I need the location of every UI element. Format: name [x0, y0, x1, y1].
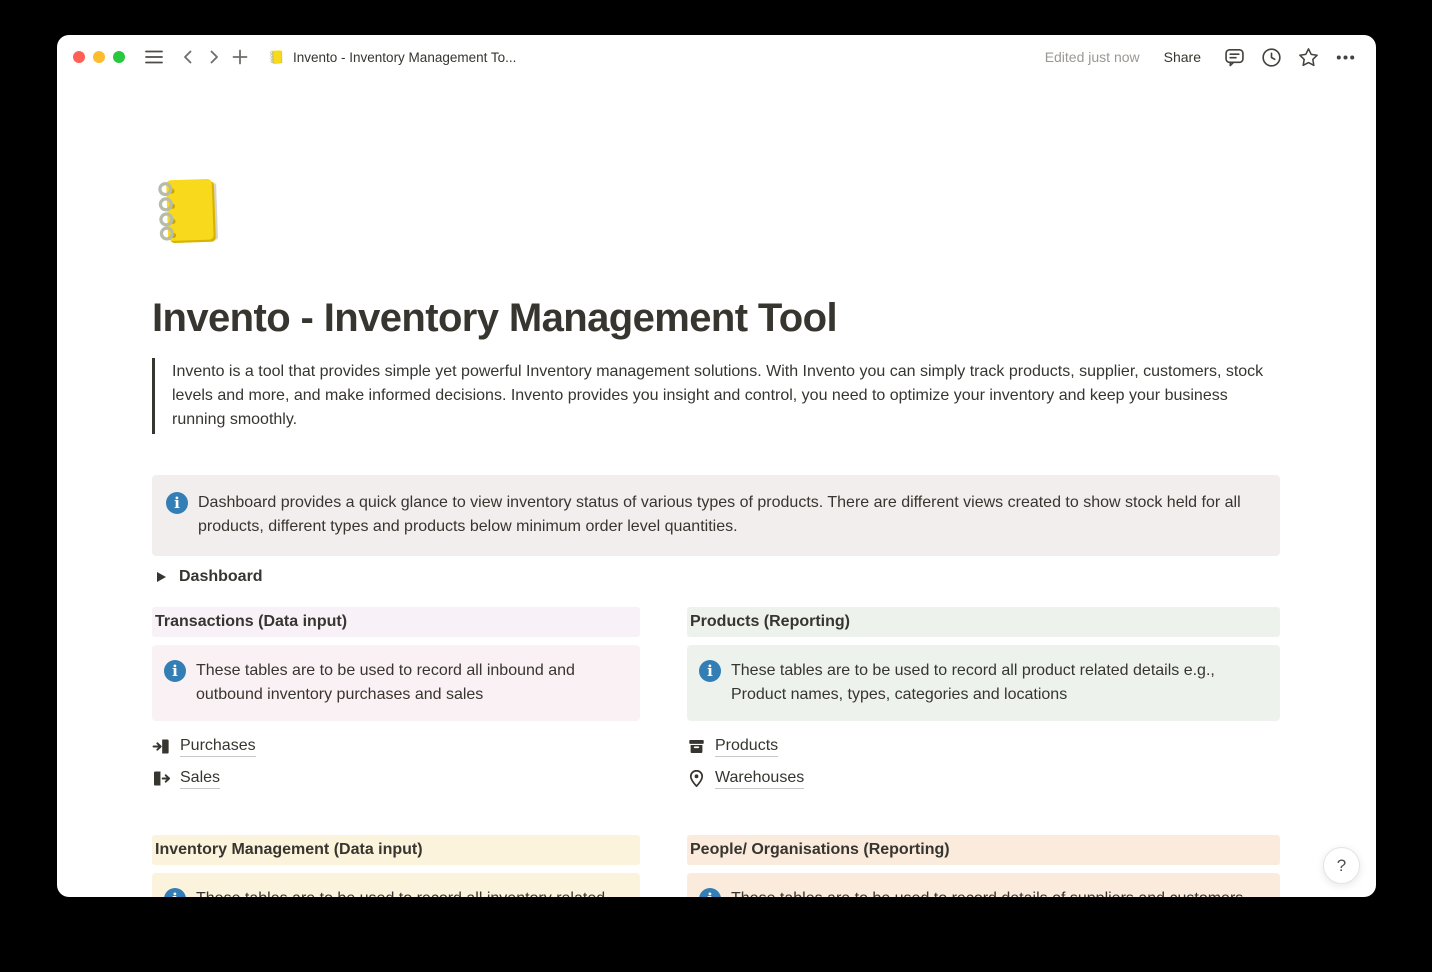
transactions-links: Purchases Sales	[152, 735, 640, 789]
page-tab[interactable]: Invento - Inventory Management To...	[269, 49, 516, 65]
favorite-star-icon[interactable]	[1295, 44, 1321, 70]
logout-icon	[152, 769, 171, 788]
transactions-callout[interactable]: i These tables are to be used to record …	[152, 645, 640, 721]
traffic-lights	[73, 51, 125, 63]
back-icon[interactable]	[175, 44, 201, 70]
desktop-background: Invento - Inventory Management To... Edi…	[0, 0, 1432, 972]
heading-inventory-management[interactable]: Inventory Management (Data input)	[152, 835, 640, 865]
archive-icon	[687, 737, 706, 756]
more-options-icon[interactable]	[1332, 44, 1358, 70]
section-columns: Transactions (Data input) i These tables…	[152, 607, 1280, 897]
minimize-window-button[interactable]	[93, 51, 105, 63]
people-callout[interactable]: i These tables are to be used to record …	[687, 873, 1280, 897]
sidebar-menu-icon[interactable]	[141, 44, 167, 70]
section-products: Products (Reporting) i These tables are …	[687, 607, 1280, 799]
link-purchases-label[interactable]: Purchases	[180, 736, 256, 757]
close-window-button[interactable]	[73, 51, 85, 63]
page-content: Invento - Inventory Management Tool Inve…	[152, 79, 1280, 897]
share-button[interactable]: Share	[1164, 49, 1201, 65]
quote-block[interactable]: Invento is a tool that provides simple y…	[152, 358, 1280, 434]
products-callout-text: These tables are to be used to record al…	[731, 659, 1264, 707]
info-icon: i	[699, 888, 721, 897]
section-transactions: Transactions (Data input) i These tables…	[152, 607, 640, 799]
login-icon	[152, 737, 171, 756]
products-callout[interactable]: i These tables are to be used to record …	[687, 645, 1280, 721]
dashboard-callout[interactable]: i Dashboard provides a quick glance to v…	[152, 475, 1280, 556]
heading-products[interactable]: Products (Reporting)	[687, 607, 1280, 637]
pin-icon	[687, 769, 706, 788]
notebook-emoji-page-icon[interactable]	[152, 172, 230, 250]
heading-transactions[interactable]: Transactions (Data input)	[152, 607, 640, 637]
products-links: Products Warehouses	[687, 735, 1280, 789]
help-button[interactable]: ?	[1323, 847, 1360, 884]
edited-status: Edited just now	[1045, 49, 1140, 65]
comments-icon[interactable]	[1221, 44, 1247, 70]
dashboard-callout-text: Dashboard provides a quick glance to vie…	[198, 491, 1264, 539]
link-warehouses[interactable]: Warehouses	[687, 767, 1280, 789]
people-callout-text: These tables are to be used to record de…	[731, 887, 1243, 897]
link-warehouses-label[interactable]: Warehouses	[715, 768, 804, 789]
history-clock-icon[interactable]	[1258, 44, 1284, 70]
toggle-triangle-icon[interactable]	[157, 572, 166, 582]
link-sales-label[interactable]: Sales	[180, 768, 220, 789]
page-title[interactable]: Invento - Inventory Management Tool	[152, 292, 1280, 344]
inventory-callout-text: These tables are to be used to record al…	[196, 887, 624, 897]
zoom-window-button[interactable]	[113, 51, 125, 63]
info-icon: i	[699, 660, 721, 682]
notion-window: Invento - Inventory Management To... Edi…	[57, 35, 1376, 897]
link-products[interactable]: Products	[687, 735, 1280, 757]
transactions-callout-text: These tables are to be used to record al…	[196, 659, 624, 707]
dashboard-toggle[interactable]: Dashboard	[152, 567, 1280, 587]
link-products-label[interactable]: Products	[715, 736, 778, 757]
inventory-callout[interactable]: i These tables are to be used to record …	[152, 873, 640, 897]
info-icon: i	[164, 660, 186, 682]
info-icon: i	[164, 888, 186, 897]
info-icon: i	[166, 492, 188, 514]
heading-people-organisations[interactable]: People/ Organisations (Reporting)	[687, 835, 1280, 865]
forward-icon[interactable]	[201, 44, 227, 70]
tab-title: Invento - Inventory Management To...	[293, 50, 516, 65]
section-inventory-management: Inventory Management (Data input) i Thes…	[152, 835, 640, 897]
link-sales[interactable]: Sales	[152, 767, 640, 789]
new-tab-icon[interactable]	[227, 44, 253, 70]
link-purchases[interactable]: Purchases	[152, 735, 640, 757]
dashboard-toggle-label: Dashboard	[179, 568, 263, 586]
notebook-emoji-small	[269, 49, 285, 65]
titlebar: Invento - Inventory Management To... Edi…	[57, 35, 1376, 79]
section-people-organisations: People/ Organisations (Reporting) i Thes…	[687, 835, 1280, 897]
